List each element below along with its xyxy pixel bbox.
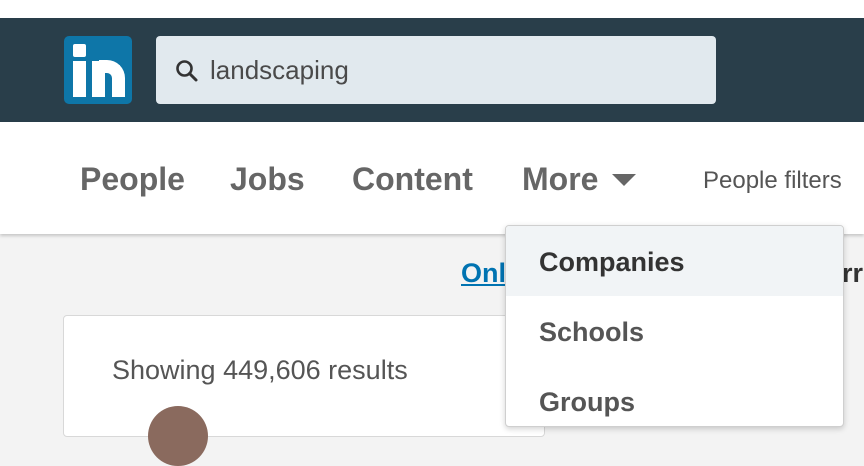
tab-people[interactable]: People <box>80 160 185 198</box>
menu-item-schools[interactable]: Schools <box>506 296 843 366</box>
more-dropdown-menu: Companies Schools Groups <box>505 225 844 427</box>
logo-i-stem <box>73 61 86 97</box>
logo-i-dot <box>73 44 86 57</box>
menu-item-label: Schools <box>539 317 645 347</box>
tab-content[interactable]: Content <box>352 160 473 198</box>
banner-link[interactable]: Onl <box>461 256 506 290</box>
menu-item-companies[interactable]: Companies <box>506 226 843 296</box>
menu-item-label: Groups <box>539 387 636 417</box>
top-strip <box>0 0 864 18</box>
logo-n-arch <box>99 60 125 97</box>
menu-item-label: Companies <box>539 247 685 277</box>
tab-more[interactable]: More <box>522 160 598 198</box>
search-results-nav: People Jobs Content More People filters <box>0 122 864 234</box>
tab-jobs[interactable]: Jobs <box>230 160 305 198</box>
avatar[interactable] <box>148 406 208 466</box>
banner-text-tail: rr <box>842 258 864 288</box>
result-count: Showing 449,606 results <box>112 355 408 385</box>
caret-down-icon[interactable] <box>612 174 636 186</box>
results-card: Showing 449,606 results <box>63 315 545 466</box>
menu-item-groups[interactable]: Groups <box>506 366 843 426</box>
linkedin-logo-icon[interactable] <box>64 36 132 104</box>
search-input[interactable] <box>210 36 690 104</box>
search-icon <box>176 60 198 82</box>
people-filters-button[interactable]: People filters <box>703 166 842 196</box>
search-box[interactable] <box>156 36 716 104</box>
